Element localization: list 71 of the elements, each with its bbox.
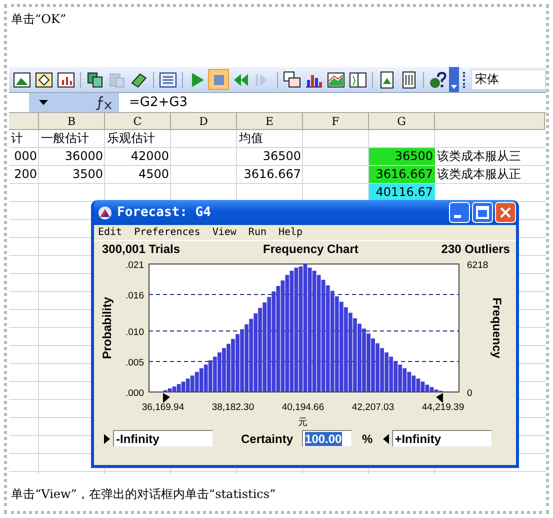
table-cell-text: 该类成本服从正 [436, 166, 522, 183]
lower-bound-handle[interactable] [163, 393, 170, 403]
axis-tick-label: .005 [126, 358, 144, 369]
axis-tick-label: 42,207.03 [352, 402, 394, 413]
maximize-button[interactable] [472, 202, 493, 223]
table-cell: 3616.667 [369, 166, 435, 183]
column-header[interactable]: F [303, 113, 369, 130]
menu-item[interactable]: Help [278, 227, 303, 238]
secondary-axis-label: Frequency [490, 298, 504, 358]
table-cell-text: 3616.667 [242, 166, 302, 183]
table-cell-text: 一般估计 [40, 130, 90, 147]
axis-tick-label: .000 [126, 388, 144, 399]
column-header[interactable]: D [171, 113, 237, 130]
column-header[interactable]: G [369, 113, 435, 130]
column-header[interactable]: B [39, 113, 105, 130]
table-cell-text: 200 [13, 166, 38, 183]
function-button[interactable] [89, 93, 119, 112]
axis-tick-label: .010 [126, 327, 144, 338]
menu-item[interactable]: Run [248, 227, 266, 238]
axis-tick-label: 6218 [467, 260, 488, 271]
lower-bound-field[interactable]: -Infinity [113, 430, 213, 447]
windows-icon[interactable] [281, 69, 302, 90]
table-cell-text: 该类成本服从三 [436, 148, 522, 165]
table-cell-text: 000 [13, 148, 38, 165]
table-cell-text: 3500 [71, 166, 104, 183]
function-icon[interactable] [96, 96, 112, 110]
chart-title: Frequency Chart [263, 242, 358, 256]
certainty-field[interactable]: 100.00 [302, 430, 352, 447]
minimize-button[interactable] [449, 202, 470, 223]
app-icon [98, 206, 112, 220]
caret-icon[interactable] [450, 82, 458, 90]
table-cell-text: 计 [10, 130, 24, 147]
table-cell-text: 42000 [130, 148, 170, 165]
axis-tick-label: 40,194.66 [282, 402, 324, 413]
menu-item[interactable]: View [212, 227, 236, 238]
instruction-text: 单击“View”，在弹出的对话框内单击“statistics” [10, 486, 277, 503]
column-header[interactable]: C [105, 113, 171, 130]
certainty-label: Certainty [241, 432, 294, 446]
trials-count: 300,001 Trials [102, 242, 180, 256]
axis-tick-label: 36,169.94 [142, 402, 184, 413]
table-cell-text: 36000 [64, 148, 104, 165]
percent-sign: % [362, 432, 373, 446]
outliers-count: 230 Outliers [441, 242, 510, 256]
table-cell-text: 均值 [238, 130, 264, 147]
table-cell: 36500 [369, 148, 435, 165]
upper-bound-handle[interactable] [436, 393, 443, 403]
instruction-text: 单击“OK” [10, 11, 68, 28]
axis-tick-label: .021 [126, 260, 144, 271]
table-cell-text: 4500 [137, 166, 170, 183]
axis-tick-label: 44,219.39 [422, 402, 464, 413]
x-axis-label: 元 [298, 417, 308, 428]
table-cell-text: 乐观估计 [106, 130, 156, 147]
close-button[interactable] [495, 202, 516, 223]
formula-field[interactable]: =G2+G3 [119, 95, 188, 110]
font-name-field[interactable]: 宋体 [471, 69, 546, 90]
left-triangle-icon [382, 434, 389, 444]
axis-tick-label: 38,182.30 [212, 402, 254, 413]
help-icon[interactable] [427, 69, 448, 90]
table-cell-text: 36500 [262, 148, 302, 165]
right-triangle-icon [104, 434, 110, 444]
toolbar-options-button[interactable] [449, 67, 459, 92]
upper-bound-field[interactable]: +Infinity [392, 430, 492, 447]
axis-tick-label: 0 [467, 388, 472, 399]
dropdown-arrow-icon[interactable] [39, 100, 48, 106]
column-header[interactable]: E [237, 113, 303, 130]
menu-item[interactable]: Preferences [134, 227, 200, 238]
table-cell: 40116.67 [369, 184, 435, 201]
axis-tick-label: .016 [126, 290, 144, 302]
menu-item[interactable]: Edit [98, 227, 122, 238]
y-axis-label: Probability [100, 297, 114, 359]
window-title: Forecast: G4 [117, 205, 212, 220]
